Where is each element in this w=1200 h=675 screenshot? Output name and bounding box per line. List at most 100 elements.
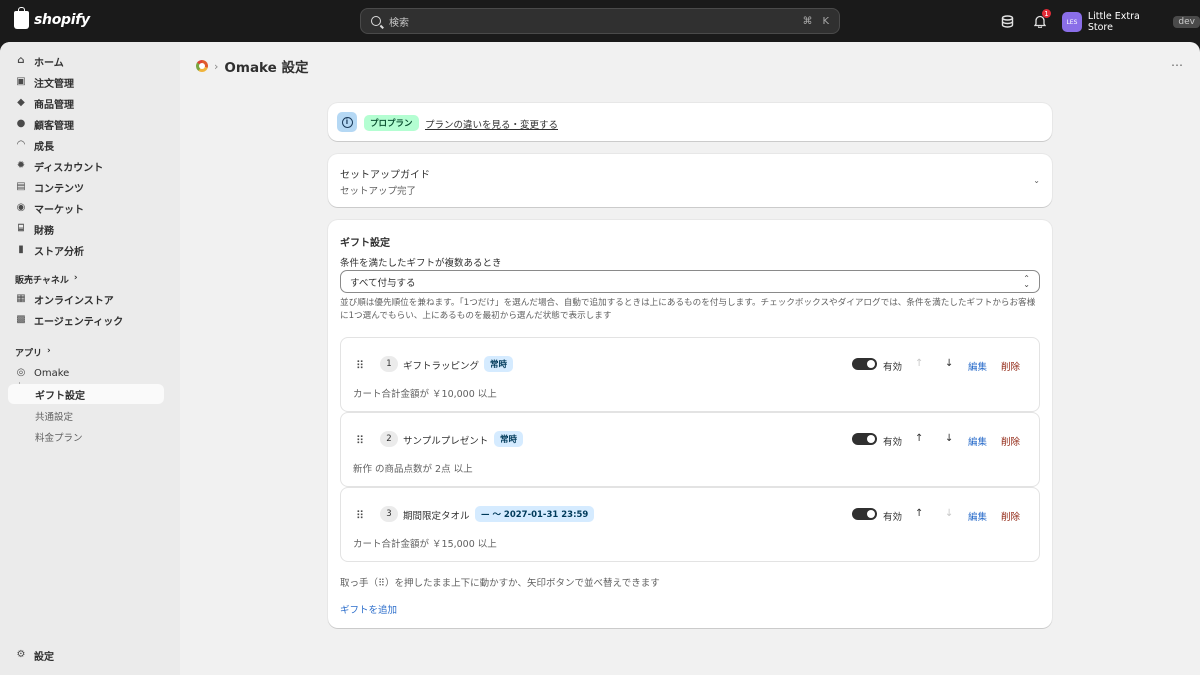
drag-handle-icon[interactable]: ⠿ <box>356 359 364 372</box>
agentic-icon: ▩ <box>16 314 26 325</box>
multiple-gift-label: 条件を満たしたギフトが複数あるとき <box>340 258 502 269</box>
plan-banner: i プロプラン プランの違いを見る・変更する <box>328 103 1052 141</box>
chevron-down-icon[interactable]: ⌄ <box>1033 176 1040 185</box>
sidebar-item-analytics[interactable]: ▮ ストア分析 <box>8 240 164 260</box>
gift-number: 3 <box>380 506 398 522</box>
sidebar-item-agentic[interactable]: ▩ エージェンティック <box>8 310 164 330</box>
search-shortcut: ⌘ K <box>802 16 829 27</box>
add-gift-button[interactable]: ギフトを追加 <box>340 602 397 616</box>
sidebar-item-label: 成長 <box>34 141 54 153</box>
sidebar-item-label: ホーム <box>34 57 64 69</box>
omake-app-icon: ◎ <box>16 367 26 378</box>
sidebar-item-label: 商品管理 <box>34 99 74 111</box>
move-up-icon[interactable]: ↑ <box>915 433 923 444</box>
status-label: 有効 <box>883 362 903 373</box>
sidebar-item-omake[interactable]: ◎ Omake <box>8 363 164 383</box>
database-icon[interactable] <box>999 13 1015 29</box>
bar-chart-icon: ▮ <box>18 244 24 255</box>
person-icon: ● <box>16 118 26 129</box>
gift-number: 2 <box>380 431 398 447</box>
enabled-toggle[interactable] <box>852 358 877 370</box>
sidebar-item-orders[interactable]: ▣ 注文管理 <box>8 72 164 92</box>
shopify-logo[interactable]: shopify <box>14 7 90 29</box>
avatar: LES <box>1062 12 1082 32</box>
enabled-toggle[interactable] <box>852 508 877 520</box>
gift-name: ギフトラッピング <box>403 361 480 372</box>
delete-button[interactable]: 削除 <box>1001 509 1020 523</box>
sidebar-item-label: エージェンティック <box>34 316 124 328</box>
delete-button[interactable]: 削除 <box>1001 359 1020 373</box>
gift-item: ⠿ 2 サンプルプレゼント 常時 新作 の商品点数が 2点 以上 有効 ↑ ↓ … <box>340 412 1040 487</box>
edit-button[interactable]: 編集 <box>968 509 987 523</box>
section-label: アプリ <box>15 349 43 359</box>
sidebar-item-pricing[interactable]: 料金プラン <box>35 430 83 444</box>
notification-count-badge: 1 <box>1042 9 1051 18</box>
move-up-icon[interactable]: ↑ <box>915 358 923 369</box>
status-label: 有効 <box>883 437 903 448</box>
sidebar-item-label: ストア分析 <box>34 246 84 258</box>
move-up-icon[interactable]: ↑ <box>915 508 923 519</box>
move-down-icon[interactable]: ↓ <box>945 433 953 444</box>
gift-item: ⠿ 3 期間限定タオル — 〜 2027-01-31 23:59 カート合計金額… <box>340 487 1040 562</box>
drag-handle-icon[interactable]: ⠿ <box>356 509 364 522</box>
gift-name: 期間限定タオル <box>403 511 470 522</box>
sidebar-item-home[interactable]: ⌂ ホーム <box>8 51 164 71</box>
app-frame: ⌂ ホーム ▣ 注文管理 ◆ 商品管理 ● 顧客管理 ◠ 成長 ✹ ディスカウント ▤ コンテ… <box>0 42 1200 675</box>
sidebar-item-label: マーケット <box>34 204 84 216</box>
sales-channels-section[interactable]: 販売チャネル › <box>15 273 78 286</box>
shopify-bag-icon <box>14 7 29 29</box>
sidebar-item-label: 財務 <box>34 225 54 237</box>
chevron-right-icon: › <box>214 59 219 73</box>
account-menu[interactable]: LES Little Extra Store dev <box>1062 11 1200 33</box>
globe-icon: ◉ <box>16 202 26 213</box>
sidebar-item-products[interactable]: ◆ 商品管理 <box>8 93 164 113</box>
sidebar-item-discounts[interactable]: ✹ ディスカウント <box>8 156 164 176</box>
main-content: › Omake 設定 ⋯ i プロプラン プランの違いを見る・変更する セットア… <box>180 42 1200 675</box>
move-down-icon[interactable]: ↓ <box>945 358 953 369</box>
sidebar-item-label: ギフト設定 <box>35 390 85 402</box>
reorder-hint: 取っ手（⠿）を押したまま上下に動かすか、矢印ボタンで並べ替えできます <box>340 578 660 589</box>
search-bar[interactable]: 検索 ⌘ K <box>360 8 840 34</box>
drag-handle-icon[interactable]: ⠿ <box>356 434 364 447</box>
apps-section[interactable]: アプリ › <box>15 346 51 359</box>
more-actions-icon[interactable]: ⋯ <box>1171 58 1184 72</box>
tag-icon: ◆ <box>17 97 25 108</box>
edit-button[interactable]: 編集 <box>968 434 987 448</box>
sidebar-item-customers[interactable]: ● 顧客管理 <box>8 114 164 134</box>
omake-app-icon[interactable] <box>196 60 208 72</box>
multiple-gift-select[interactable]: すべて付与する ⌃ ⌄ <box>340 270 1040 293</box>
sidebar-item-content[interactable]: ▤ コンテンツ <box>8 177 164 197</box>
delete-button[interactable]: 削除 <box>1001 434 1020 448</box>
plan-change-link[interactable]: プランの違いを見る・変更する <box>425 117 558 131</box>
k-key: K <box>822 15 829 27</box>
discount-icon: ✹ <box>16 160 26 171</box>
store-name: Little Extra Store <box>1087 11 1140 33</box>
setup-guide-card[interactable]: セットアップガイド セットアップ完了 ⌄ <box>328 154 1052 207</box>
sidebar: ⌂ ホーム ▣ 注文管理 ◆ 商品管理 ● 顧客管理 ◠ 成長 ✹ ディスカウント ▤ コンテ… <box>0 42 180 675</box>
store-icon: ▦ <box>16 293 26 304</box>
chevron-right-icon: › <box>47 346 51 356</box>
chevron-right-icon: › <box>73 273 78 283</box>
notification-bell-icon[interactable]: 1 <box>1032 9 1051 29</box>
setup-guide-title: セットアップガイド <box>340 170 430 181</box>
enabled-toggle[interactable] <box>852 433 877 445</box>
sidebar-item-finance[interactable]: ⌸ 財務 <box>8 219 164 239</box>
sidebar-item-growth[interactable]: ◠ 成長 <box>8 135 164 155</box>
sidebar-item-gift-settings[interactable]: ギフト設定 <box>8 384 164 404</box>
content-icon: ▤ <box>16 181 26 192</box>
sidebar-item-common-settings[interactable]: 共通設定 <box>35 409 73 423</box>
sidebar-item-online-store[interactable]: ▦ オンラインストア <box>8 289 164 309</box>
sidebar-item-markets[interactable]: ◉ マーケット <box>8 198 164 218</box>
sidebar-item-settings[interactable]: ⚙ 設定 <box>8 645 164 665</box>
sidebar-item-label: コンテンツ <box>34 183 84 195</box>
sidebar-item-label: 顧客管理 <box>34 120 74 132</box>
setup-guide-status: セットアップ完了 <box>340 186 417 197</box>
sidebar-item-label: 設定 <box>34 651 54 663</box>
bank-icon: ⌸ <box>18 223 24 234</box>
move-down-icon[interactable]: ↓ <box>945 508 953 519</box>
select-value: すべて付与する <box>350 277 416 289</box>
edit-button[interactable]: 編集 <box>968 359 987 373</box>
sidebar-item-label: 注文管理 <box>34 78 74 90</box>
gift-condition: カート合計金額が ￥10,000 以上 <box>353 389 497 400</box>
gift-condition: 新作 の商品点数が 2点 以上 <box>353 464 473 475</box>
